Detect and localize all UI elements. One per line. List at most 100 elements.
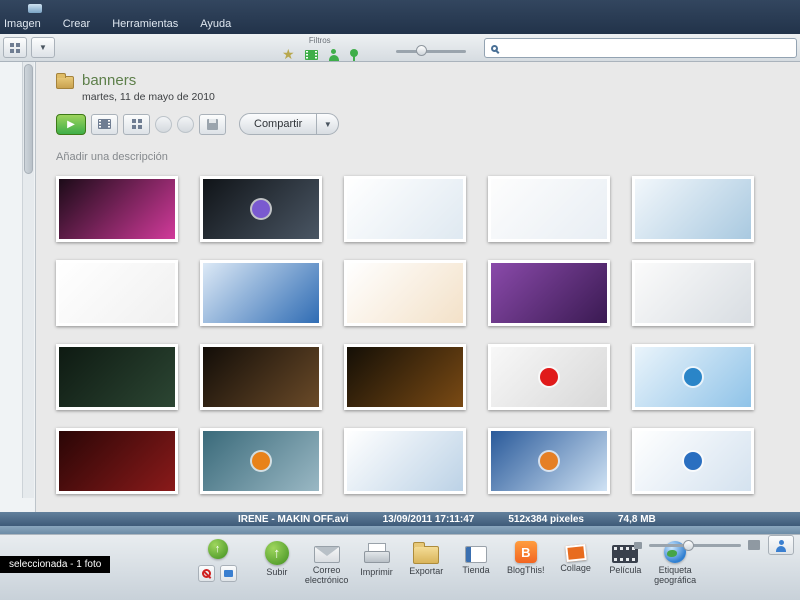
thumbnail-forum-page[interactable] bbox=[344, 260, 466, 326]
thumbnail-proza-banner[interactable] bbox=[56, 176, 178, 242]
thumbnail-blue-docs[interactable] bbox=[344, 428, 466, 494]
hold-selection-button[interactable]: ↑ bbox=[207, 539, 228, 559]
action-label: BlogThis! bbox=[507, 565, 545, 575]
menu-herramientas[interactable]: Herramientas bbox=[112, 18, 178, 30]
slider-handle[interactable] bbox=[416, 45, 427, 56]
scrollbar-thumb[interactable] bbox=[24, 64, 33, 174]
thumbnail-image bbox=[59, 263, 175, 323]
picasa-window: Imagen Crear Herramientas Ayuda ▼ Filtro… bbox=[0, 0, 800, 600]
grid-icon bbox=[10, 42, 14, 47]
search-input[interactable] bbox=[505, 42, 790, 54]
slideshow-play-button[interactable]: ▶ bbox=[56, 113, 86, 135]
mail-icon bbox=[313, 546, 340, 563]
thumbnail-purple-cartoon[interactable] bbox=[488, 260, 610, 326]
thumbnail-accent bbox=[540, 452, 558, 470]
share-dropdown-button[interactable]: ▼ bbox=[317, 113, 340, 135]
people-button[interactable] bbox=[768, 535, 794, 555]
view-dropdown-button[interactable]: ▼ bbox=[31, 37, 55, 58]
person-icon bbox=[775, 540, 787, 552]
thumbnail-accent bbox=[540, 368, 558, 386]
thumbnail-image bbox=[59, 431, 175, 491]
rotate-button[interactable] bbox=[177, 115, 194, 133]
thumbnail-dark-messiah[interactable] bbox=[200, 344, 322, 410]
thumbnail-desktop-theme[interactable] bbox=[200, 176, 322, 242]
thumbnail-opera-page[interactable] bbox=[488, 344, 610, 410]
play-icon: ▶ bbox=[67, 118, 75, 130]
action-collage-button[interactable]: Collage bbox=[551, 541, 601, 586]
slider-track bbox=[396, 50, 466, 53]
thumbnail-firefox-page[interactable] bbox=[488, 428, 610, 494]
shop-icon bbox=[465, 546, 488, 563]
share-button[interactable]: Compartir bbox=[239, 113, 318, 135]
date-filter-slider[interactable] bbox=[396, 45, 466, 57]
zoom-slider-handle[interactable] bbox=[683, 539, 694, 551]
clear-selection-button[interactable] bbox=[198, 565, 215, 582]
thumbnail-image bbox=[635, 179, 751, 239]
action-upload-button[interactable]: Subir bbox=[252, 541, 302, 586]
thumbnail-zune-pages[interactable] bbox=[632, 176, 754, 242]
thumbnail-accent bbox=[684, 452, 702, 470]
action-export-button[interactable]: Exportar bbox=[401, 541, 451, 586]
thumbnail-image bbox=[635, 263, 751, 323]
action-print-button[interactable]: Imprimir bbox=[352, 541, 402, 586]
sidebar-scrollbar[interactable] bbox=[22, 62, 34, 498]
menu-bar: Imagen Crear Herramientas Ayuda bbox=[0, 0, 800, 34]
geotag-filter-button[interactable] bbox=[349, 49, 358, 61]
save-button[interactable] bbox=[199, 113, 226, 135]
thumbnail-image bbox=[347, 347, 463, 407]
save-icon bbox=[207, 118, 218, 130]
menu-ayuda[interactable]: Ayuda bbox=[200, 18, 231, 30]
bottom-bar: seleccionada - 1 foto ↑ Subir Correo elec… bbox=[0, 534, 800, 600]
tray-buttons: ↑ bbox=[198, 539, 237, 582]
menu-crear[interactable]: Crear bbox=[63, 18, 91, 30]
description-placeholder[interactable]: Añadir una descripción bbox=[56, 151, 782, 163]
folder-icon bbox=[56, 73, 74, 89]
menu-imagen[interactable]: Imagen bbox=[4, 18, 41, 30]
view-buttons: ▼ bbox=[3, 37, 55, 58]
content-area: banners martes, 11 de mayo de 2010 ▶ Com… bbox=[36, 62, 800, 512]
action-shop-button[interactable]: Tienda bbox=[451, 541, 501, 586]
action-mail-button[interactable]: Correo electrónico bbox=[302, 541, 352, 586]
status-filesize: 74,8 MB bbox=[617, 513, 656, 525]
star-toggle-button[interactable] bbox=[155, 115, 172, 133]
movie-filter-button[interactable] bbox=[304, 49, 318, 60]
zoom-slider[interactable] bbox=[649, 539, 741, 551]
faces-filter-button[interactable] bbox=[328, 48, 340, 61]
thumbnail-accent bbox=[252, 200, 270, 218]
thumbnail-dark-gallery[interactable] bbox=[56, 344, 178, 410]
action-blog-button[interactable]: BlogThis! bbox=[501, 541, 551, 586]
action-label: Tienda bbox=[462, 565, 490, 575]
thumbnail-image bbox=[491, 179, 607, 239]
share-group: Compartir ▼ bbox=[239, 113, 340, 135]
action-label: Película bbox=[609, 565, 642, 575]
movie-button[interactable] bbox=[91, 113, 118, 135]
thumbnail-contact-sheet[interactable] bbox=[632, 260, 754, 326]
thumbnail-thunderbird-page[interactable] bbox=[632, 428, 754, 494]
thumbnail-vlc-photo[interactable] bbox=[200, 428, 322, 494]
zoom-out-icon[interactable] bbox=[634, 541, 642, 549]
search-box bbox=[484, 38, 797, 58]
thumbnail-avg-installer[interactable] bbox=[488, 176, 610, 242]
thumbnail-image bbox=[347, 263, 463, 323]
collage-icon bbox=[564, 543, 587, 563]
thumbnail-eboostr-setup[interactable] bbox=[344, 176, 466, 242]
thumbnail-byki-card[interactable] bbox=[632, 344, 754, 410]
menu-items: Imagen Crear Herramientas Ayuda bbox=[4, 18, 231, 30]
star-filter-button[interactable] bbox=[282, 46, 295, 64]
thumbnail-image bbox=[491, 263, 607, 323]
status-datetime: 13/09/2011 17:11:47 bbox=[382, 513, 475, 525]
thumbnail-image bbox=[59, 179, 175, 239]
add-tag-button[interactable] bbox=[220, 565, 237, 582]
thumbnail-blue-portal[interactable] bbox=[200, 260, 322, 326]
thumbnail-red-website[interactable] bbox=[56, 428, 178, 494]
collage-button[interactable] bbox=[123, 113, 150, 135]
thumbnail-google-search[interactable] bbox=[56, 260, 178, 326]
thumbnail-image bbox=[347, 179, 463, 239]
view-grid-button[interactable] bbox=[3, 37, 27, 58]
thumbnail-accent bbox=[684, 368, 702, 386]
action-label: Imprimir bbox=[360, 567, 393, 577]
thumbnail-image bbox=[59, 347, 175, 407]
thumbnail-temple-game[interactable] bbox=[344, 344, 466, 410]
folder-title[interactable]: banners bbox=[82, 72, 215, 89]
zoom-in-icon[interactable] bbox=[748, 540, 760, 550]
